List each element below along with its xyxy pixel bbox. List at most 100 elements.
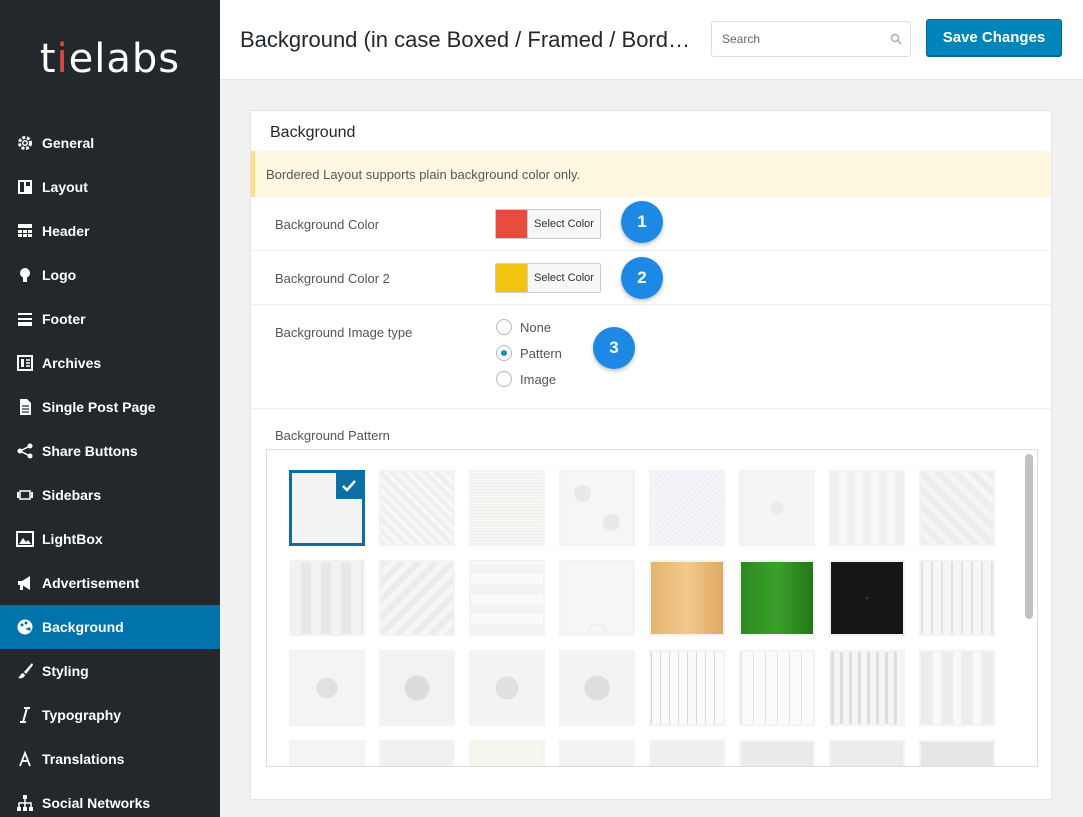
sidebar-item-single-post-page[interactable]: Single Post Page: [0, 385, 220, 429]
pattern-tile[interactable]: [829, 740, 905, 766]
pattern-tile[interactable]: [559, 740, 635, 766]
pattern-tile[interactable]: [469, 470, 545, 546]
checkmark-icon: [336, 473, 362, 499]
pattern-tile[interactable]: [919, 740, 995, 766]
layout-notice: Bordered Layout supports plain backgroun…: [251, 151, 1051, 197]
sidebar-item-social-networks[interactable]: Social Networks: [0, 781, 220, 817]
pattern-tile[interactable]: [649, 740, 725, 766]
search-box: [711, 21, 911, 57]
sidebars-icon: [16, 486, 34, 504]
radio-option-pattern[interactable]: Pattern: [496, 345, 562, 361]
sidebar-item-share-buttons[interactable]: Share Buttons: [0, 429, 220, 473]
radio-button[interactable]: [496, 319, 512, 335]
pattern-tile[interactable]: [289, 740, 365, 766]
pattern-tile[interactable]: [829, 560, 905, 636]
radio-button[interactable]: [496, 371, 512, 387]
pattern-tile[interactable]: [919, 470, 995, 546]
pattern-tile[interactable]: [739, 560, 815, 636]
archive-icon: [16, 354, 34, 372]
sidebar-item-label: LightBox: [42, 531, 103, 547]
pattern-tile[interactable]: [829, 470, 905, 546]
lightbulb-icon: [16, 266, 34, 284]
sidebar-item-styling[interactable]: Styling: [0, 649, 220, 693]
sidebar-item-label: Typography: [42, 707, 122, 723]
pattern-tile[interactable]: [739, 470, 815, 546]
pattern-tile[interactable]: [379, 740, 455, 766]
sidebar-item-label: Share Buttons: [42, 443, 138, 459]
pattern-tile[interactable]: [649, 470, 725, 546]
pattern-tile[interactable]: [739, 650, 815, 726]
pattern-tile[interactable]: [469, 740, 545, 766]
radio-option-image[interactable]: Image: [496, 371, 556, 387]
color-swatch[interactable]: [496, 264, 527, 292]
pattern-tile[interactable]: [379, 470, 455, 546]
sidebar-item-advertisement[interactable]: Advertisement: [0, 561, 220, 605]
step-badge-2: 2: [621, 257, 663, 299]
sidebar-item-label: Archives: [42, 355, 102, 371]
radio-label: Image: [520, 371, 557, 387]
radio-label: Pattern: [520, 345, 562, 361]
step-badge-3: 3: [593, 327, 635, 369]
select-color-button[interactable]: Select Color: [527, 210, 600, 238]
layout-icon: [16, 178, 34, 196]
background-color-2-label: Background Color 2: [275, 271, 390, 286]
sidebar-item-translations[interactable]: Translations: [0, 737, 220, 781]
sidebar-item-general[interactable]: General: [0, 121, 220, 165]
pattern-tile[interactable]: [919, 650, 995, 726]
background-color-2-picker[interactable]: Select Color: [495, 263, 601, 293]
background-color-row: Background Color Select Color 1: [251, 197, 1051, 251]
pattern-tile[interactable]: [739, 740, 815, 766]
color-swatch[interactable]: [496, 210, 527, 238]
save-changes-button[interactable]: Save Changes: [926, 19, 1062, 56]
select-color-button[interactable]: Select Color: [527, 264, 600, 292]
pattern-tile[interactable]: [379, 560, 455, 636]
pattern-tile[interactable]: [469, 650, 545, 726]
pattern-tile[interactable]: [559, 470, 635, 546]
pattern-tile[interactable]: [649, 560, 725, 636]
sidebar-item-label: Layout: [42, 179, 88, 195]
search-icon[interactable]: [890, 33, 902, 45]
pattern-scrollbar[interactable]: [1025, 454, 1033, 764]
sidebar-item-background[interactable]: Background: [0, 605, 220, 649]
megaphone-icon: [16, 574, 34, 592]
sidebar-item-label: Social Networks: [42, 795, 151, 811]
pattern-tile[interactable]: [919, 560, 995, 636]
sidebar-item-label: Advertisement: [42, 575, 140, 591]
pattern-tile[interactable]: [379, 650, 455, 726]
sidebar-item-label: Styling: [42, 663, 89, 679]
paint-icon: [16, 618, 34, 636]
radio-button[interactable]: [496, 345, 512, 361]
pattern-tile[interactable]: [559, 560, 635, 636]
pattern-tile[interactable]: [289, 650, 365, 726]
background-pattern-label: Background Pattern: [275, 428, 390, 443]
sidebar-item-sidebars[interactable]: Sidebars: [0, 473, 220, 517]
pattern-tile[interactable]: [289, 470, 365, 546]
step-badge-1: 1: [621, 201, 663, 243]
scrollbar-thumb[interactable]: [1025, 454, 1033, 619]
sidebar-item-lightbox[interactable]: LightBox: [0, 517, 220, 561]
sidebar-item-header[interactable]: Header: [0, 209, 220, 253]
pattern-tile[interactable]: [469, 560, 545, 636]
network-icon: [16, 794, 34, 812]
background-color-picker[interactable]: Select Color: [495, 209, 601, 239]
pattern-picker[interactable]: [266, 449, 1038, 767]
sidebar-item-logo[interactable]: Logo: [0, 253, 220, 297]
search-input[interactable]: [712, 22, 882, 56]
pattern-tile[interactable]: [289, 560, 365, 636]
radio-option-none[interactable]: None: [496, 319, 551, 335]
background-color-label: Background Color: [275, 217, 380, 232]
pattern-tile[interactable]: [829, 650, 905, 726]
background-image-type-row: Background Image type None Pattern Image…: [251, 305, 1051, 409]
sidebar-item-label: Sidebars: [42, 487, 102, 503]
pattern-tile[interactable]: [649, 650, 725, 726]
sidebar-item-label: Logo: [42, 267, 77, 283]
pattern-tile[interactable]: [559, 650, 635, 726]
sidebar-item-archives[interactable]: Archives: [0, 341, 220, 385]
panel-title: Background: [270, 124, 356, 141]
sidebar-item-typography[interactable]: Typography: [0, 693, 220, 737]
sidebar-item-layout[interactable]: Layout: [0, 165, 220, 209]
gear-icon: [16, 134, 34, 152]
document-icon: [16, 398, 34, 416]
sidebar-item-footer[interactable]: Footer: [0, 297, 220, 341]
background-settings-panel: Background Bordered Layout supports plai…: [250, 110, 1052, 800]
